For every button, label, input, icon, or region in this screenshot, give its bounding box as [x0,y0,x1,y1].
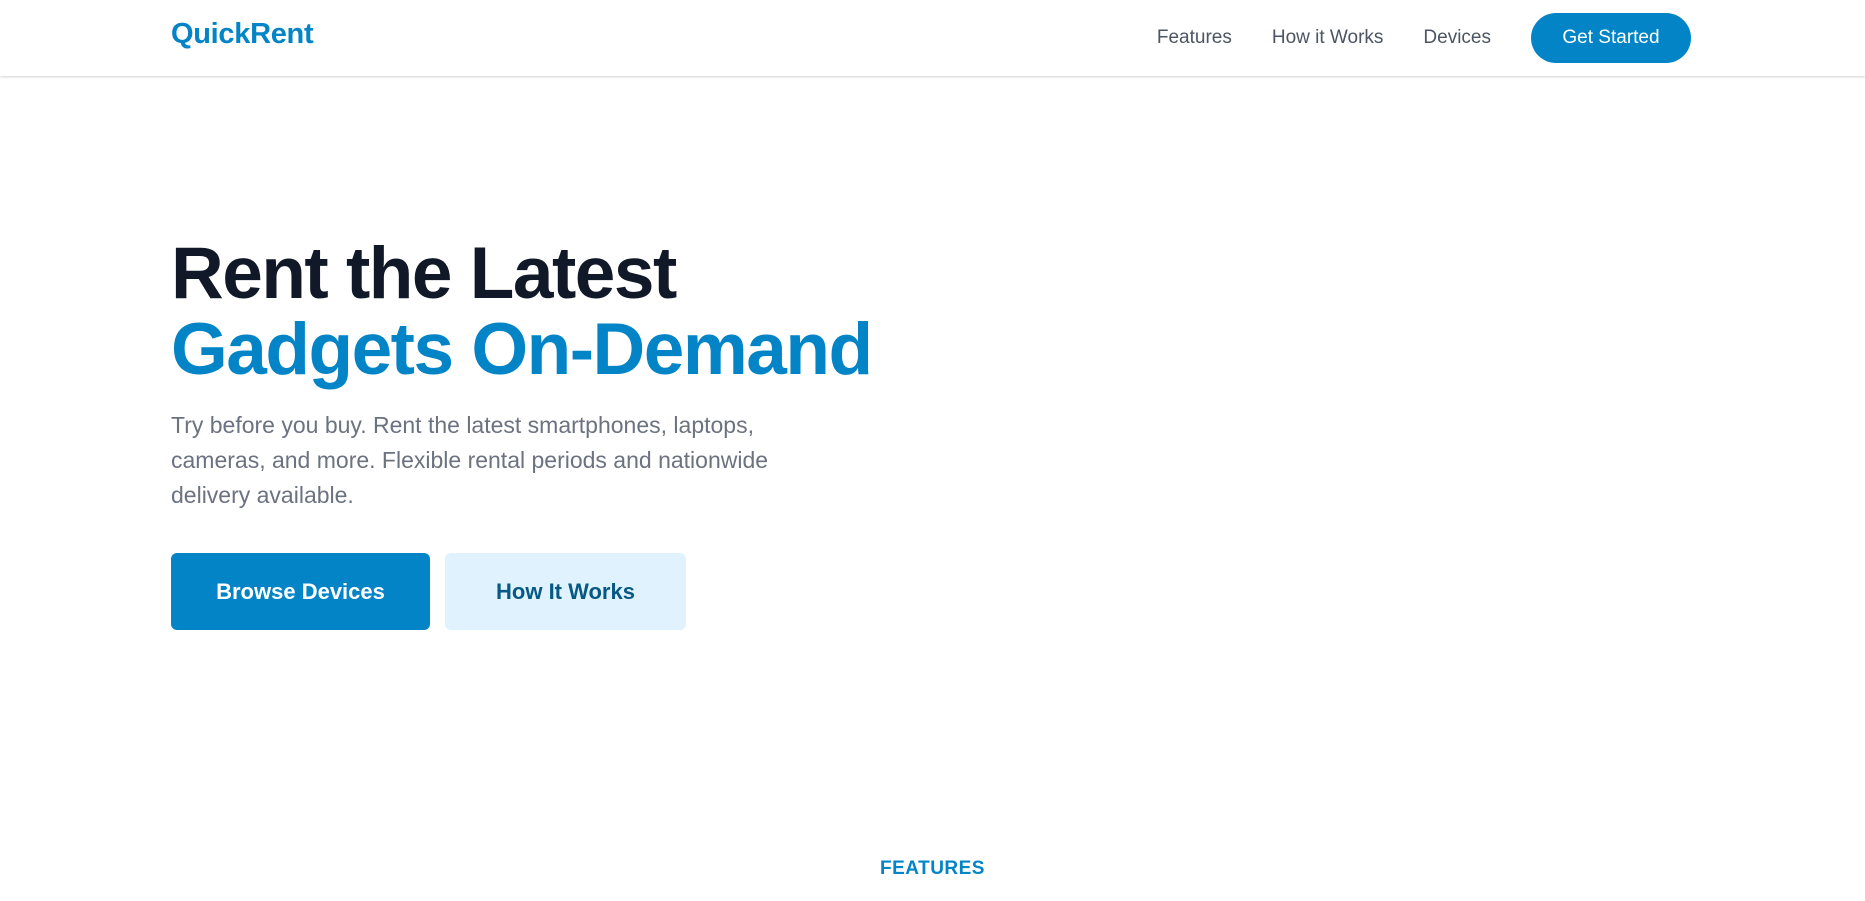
get-started-button[interactable]: Get Started [1531,13,1691,63]
hero-buttons: Browse Devices How It Works [171,553,971,630]
navbar: QuickRent Features How it Works Devices … [0,0,1865,76]
hero-section: Rent the Latest Gadgets On-Demand Try be… [171,236,971,630]
nav-link-features[interactable]: Features [1157,27,1232,49]
hero-title: Rent the Latest Gadgets On-Demand [171,236,971,388]
nav-link-devices[interactable]: Devices [1423,27,1491,49]
hero-description: Try before you buy. Rent the latest smar… [171,412,769,508]
nav-links: Features How it Works Devices Get Starte… [1157,0,1691,76]
hero-title-line2: Gadgets On-Demand [171,309,873,390]
hero-title-line1: Rent the Latest [171,233,677,314]
how-it-works-button[interactable]: How It Works [445,553,686,630]
nav-link-how-it-works[interactable]: How it Works [1272,27,1384,49]
brand-logo[interactable]: QuickRent [171,18,314,51]
browse-devices-button[interactable]: Browse Devices [171,553,430,630]
features-eyebrow: FEATURES [880,858,985,879]
